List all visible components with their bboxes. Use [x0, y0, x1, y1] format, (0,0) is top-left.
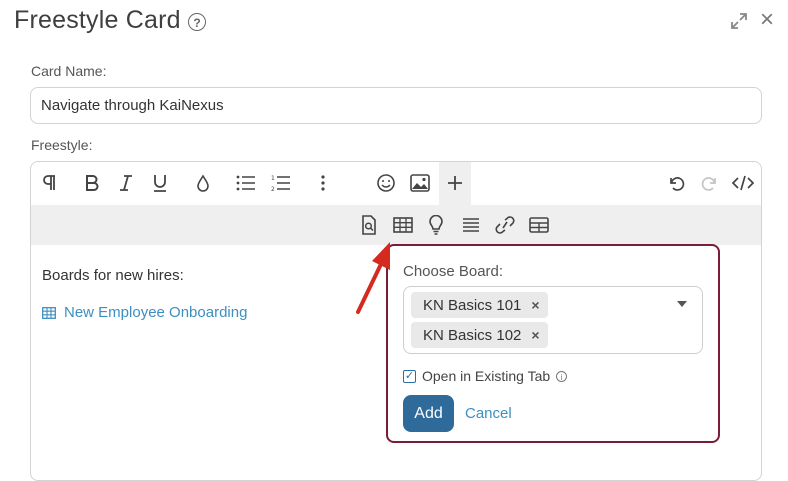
- more-vertical-icon[interactable]: [310, 170, 336, 196]
- underline-icon[interactable]: [147, 170, 173, 196]
- close-icon[interactable]: ×: [760, 8, 778, 32]
- card-name-label: Card Name:: [31, 63, 107, 79]
- board-multiselect[interactable]: KN Basics 101 × KN Basics 102 ×: [403, 286, 703, 354]
- italic-icon[interactable]: [113, 170, 139, 196]
- open-existing-tab-checkbox[interactable]: ✓: [403, 369, 416, 383]
- bold-icon[interactable]: [79, 170, 105, 196]
- table-icon[interactable]: [526, 212, 552, 238]
- color-drop-icon[interactable]: [190, 170, 216, 196]
- choose-board-label: Choose Board:: [403, 263, 504, 280]
- remove-tag-icon[interactable]: ×: [531, 297, 539, 313]
- selected-board-tag: KN Basics 101 ×: [411, 292, 548, 318]
- bullet-list-icon[interactable]: [233, 170, 259, 196]
- open-existing-tab-label: Open in Existing Tab: [422, 368, 551, 384]
- dropdown-caret-icon[interactable]: [677, 301, 687, 307]
- selected-board-label: KN Basics 102: [423, 326, 522, 344]
- expand-icon[interactable]: [730, 12, 748, 30]
- image-icon[interactable]: [407, 170, 433, 196]
- svg-text:2: 2: [271, 186, 275, 192]
- paragraph-icon[interactable]: [37, 170, 63, 196]
- remove-tag-icon[interactable]: ×: [531, 327, 539, 343]
- board-grid-icon: [42, 306, 56, 319]
- dialog-title: Freestyle Card: [14, 6, 181, 34]
- editor-toolbar-primary: 12: [31, 162, 761, 205]
- open-existing-tab-option[interactable]: ✓ Open in Existing Tab i: [403, 368, 568, 384]
- help-icon[interactable]: ?: [188, 13, 206, 31]
- plus-icon[interactable]: [442, 170, 468, 196]
- selected-board-tag: KN Basics 102 ×: [411, 322, 548, 348]
- freestyle-label: Freestyle:: [31, 137, 93, 153]
- cancel-link[interactable]: Cancel: [465, 405, 512, 422]
- editor-toolbar-secondary: [31, 205, 761, 245]
- lightbulb-icon[interactable]: [423, 212, 449, 238]
- numbered-list-icon[interactable]: 12: [268, 170, 294, 196]
- board-grid-icon[interactable]: [390, 212, 416, 238]
- document-search-icon[interactable]: [356, 212, 382, 238]
- undo-icon[interactable]: [663, 170, 689, 196]
- info-icon[interactable]: i: [556, 370, 568, 382]
- selected-board-label: KN Basics 101: [423, 296, 522, 314]
- annotation-arrow: [356, 242, 390, 314]
- card-name-input[interactable]: [30, 87, 762, 124]
- board-link[interactable]: New Employee Onboarding: [42, 304, 247, 321]
- svg-text:1: 1: [271, 175, 275, 182]
- editor-content-text: Boards for new hires:: [42, 267, 184, 284]
- redo-icon[interactable]: [697, 170, 723, 196]
- link-icon[interactable]: [492, 212, 518, 238]
- align-icon[interactable]: [458, 212, 484, 238]
- emoji-icon[interactable]: [373, 170, 399, 196]
- board-link-label: New Employee Onboarding: [64, 304, 248, 321]
- code-view-icon[interactable]: [730, 170, 756, 196]
- add-button[interactable]: Add: [403, 395, 454, 432]
